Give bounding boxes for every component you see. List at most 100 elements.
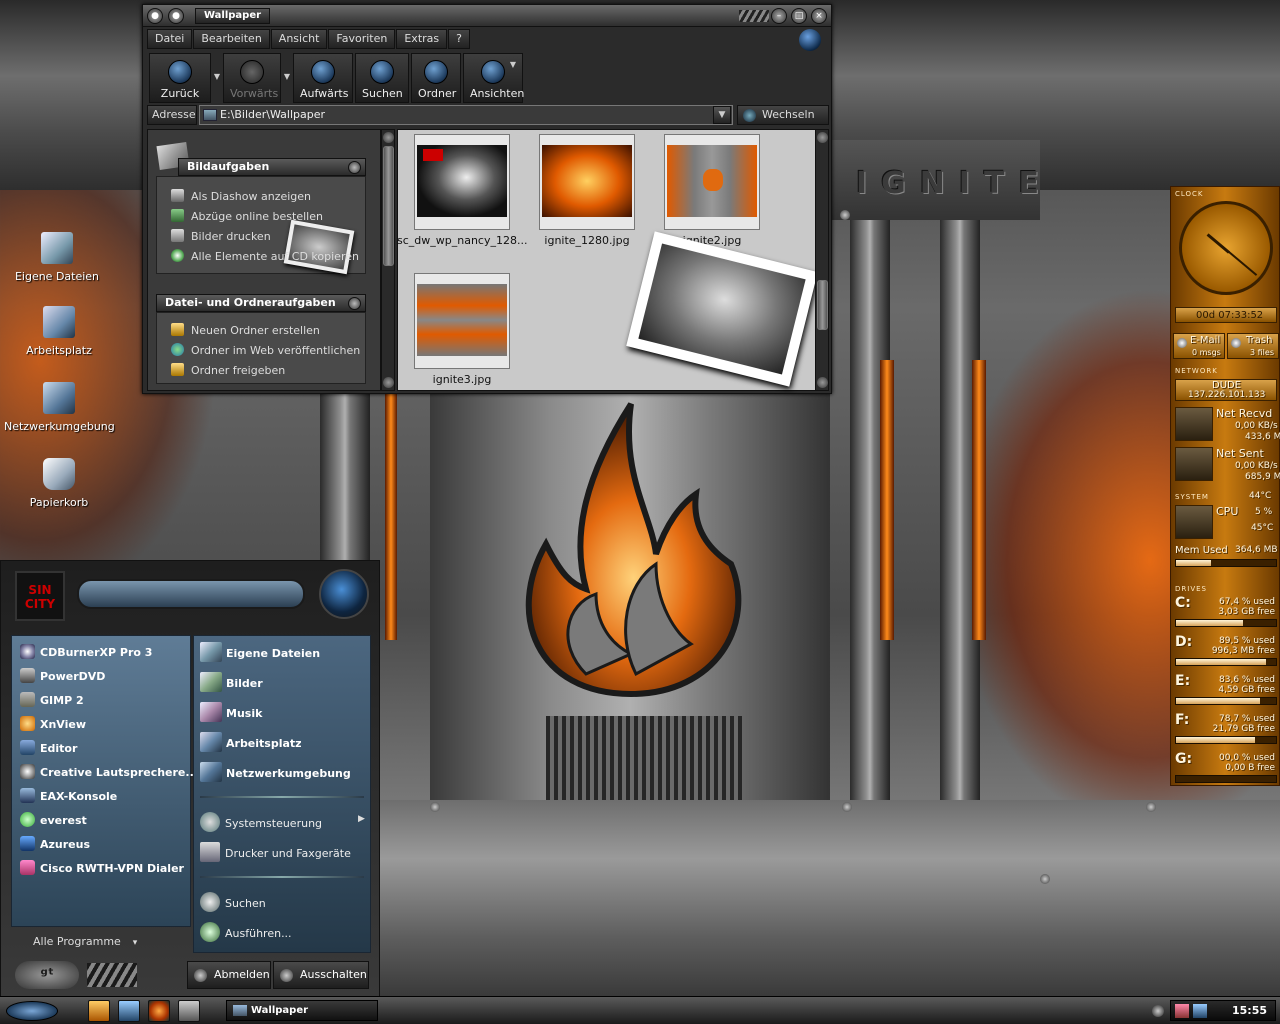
scroll-up-icon[interactable] xyxy=(817,132,828,143)
desktop-icon-label: Arbeitsplatz xyxy=(26,344,92,357)
scroll-up-icon[interactable] xyxy=(383,132,394,143)
drive-usage-bar xyxy=(1175,775,1277,783)
scroll-down-icon[interactable] xyxy=(817,377,828,388)
file-name[interactable]: ignite_1280.jpg xyxy=(522,234,652,247)
program-azureus[interactable]: Azureus xyxy=(20,836,90,851)
program-label: GIMP 2 xyxy=(40,694,84,707)
task-copy-to-cd[interactable]: Alle Elemente auf CD kopieren xyxy=(171,249,359,263)
collapse-icon[interactable] xyxy=(348,161,361,174)
menu-help[interactable]: ? xyxy=(448,29,470,49)
program-powerdvd[interactable]: PowerDVD xyxy=(20,668,105,683)
file-thumbnail[interactable] xyxy=(539,134,635,230)
email-gadget[interactable]: E-Mail 0 msgs xyxy=(1173,333,1225,359)
file-view-scrollbar[interactable] xyxy=(815,129,829,391)
start-button[interactable] xyxy=(6,1001,58,1021)
back-button[interactable]: Zurück ▼ xyxy=(149,53,220,103)
menu-favoriten[interactable]: Favoriten xyxy=(328,29,396,49)
logoff-button[interactable]: Abmelden xyxy=(187,961,271,989)
tray-azureus-icon[interactable] xyxy=(1193,1004,1207,1018)
up-button[interactable]: Aufwärts xyxy=(293,53,353,103)
menu-bearbeiten[interactable]: Bearbeiten xyxy=(193,29,270,49)
place-music[interactable]: Musik xyxy=(200,702,262,722)
network-icon xyxy=(200,762,222,782)
go-button[interactable]: Wechseln zu xyxy=(737,105,829,139)
address-dropdown-icon[interactable]: ▼ xyxy=(713,106,731,124)
file-thumbnail[interactable] xyxy=(414,273,510,369)
forward-button[interactable]: Vorwärts ▼ xyxy=(223,53,290,103)
program-label: Azureus xyxy=(40,838,91,851)
place-control-panel[interactable]: Systemsteuerung ▶ xyxy=(200,812,365,832)
net-recv-label: Net Recvd xyxy=(1216,407,1273,420)
desktop-icon-recycle-bin[interactable]: Papierkorb xyxy=(4,458,114,509)
shutdown-button[interactable]: Ausschalten xyxy=(273,961,369,989)
scroll-thumb[interactable] xyxy=(383,146,394,266)
file-name[interactable]: ignite3.jpg xyxy=(397,373,527,386)
address-input[interactable]: E:\Bilder\Wallpaper xyxy=(199,105,733,125)
program-cdburnerxp[interactable]: CDBurnerXP Pro 3 xyxy=(20,644,152,659)
program-eax-console[interactable]: EAX-Konsole xyxy=(20,788,117,803)
task-group-file-folder-tasks[interactable]: Datei- und Ordneraufgaben xyxy=(156,294,366,312)
power-icon xyxy=(280,969,293,982)
views-button[interactable]: Ansichten ▼ xyxy=(463,53,524,103)
menu-extras[interactable]: Extras xyxy=(396,29,448,49)
program-editor[interactable]: Editor xyxy=(20,740,77,755)
search-icon xyxy=(370,60,394,84)
menu-datei[interactable]: Datei xyxy=(147,29,193,49)
window-menu-icon[interactable]: ● xyxy=(147,8,163,24)
chevron-down-icon[interactable]: ▼ xyxy=(284,72,290,81)
net-sent-label: Net Sent xyxy=(1216,447,1264,460)
program-cisco-vpn[interactable]: Cisco RWTH-VPN Dialer xyxy=(20,860,184,875)
close-icon[interactable]: × xyxy=(811,8,827,24)
scroll-thumb[interactable] xyxy=(817,280,828,330)
task-new-folder[interactable]: Neuen Ordner erstellen xyxy=(171,323,320,337)
folders-button[interactable]: Ordner xyxy=(411,53,461,103)
program-gimp[interactable]: GIMP 2 xyxy=(20,692,84,707)
place-run[interactable]: Ausführen... xyxy=(200,922,292,942)
window-titlebar[interactable]: ● ● Wallpaper – □ × xyxy=(143,5,831,27)
file-thumbnail[interactable] xyxy=(664,134,760,230)
task-slideshow[interactable]: Als Diashow anzeigen xyxy=(171,189,311,203)
tray-expand-icon[interactable] xyxy=(1152,1005,1164,1017)
task-share-folder[interactable]: Ordner freigeben xyxy=(171,363,285,377)
all-programs-button[interactable]: Alle Programme ▾ xyxy=(33,935,137,948)
maximize-icon[interactable]: □ xyxy=(791,8,807,24)
quicklaunch-explorer-icon[interactable] xyxy=(118,1000,140,1022)
taskbar-window-button[interactable]: Wallpaper xyxy=(226,1000,378,1021)
minimize-icon[interactable]: – xyxy=(771,8,787,24)
chevron-down-icon[interactable]: ▼ xyxy=(510,60,516,69)
program-label: Cisco RWTH-VPN Dialer xyxy=(40,862,184,875)
task-order-prints[interactable]: Abzüge online bestellen xyxy=(171,209,323,223)
tray-vpn-icon[interactable] xyxy=(1175,1004,1189,1018)
file-name[interactable]: sc_dw_wp_nancy_128... xyxy=(397,234,527,247)
place-my-documents[interactable]: Eigene Dateien xyxy=(200,642,320,662)
menu-ansicht[interactable]: Ansicht xyxy=(270,29,328,49)
host-box: DUDE 137.226.101.133 xyxy=(1175,379,1277,401)
program-creative-speakers[interactable]: Creative Lautsprechere... xyxy=(20,764,198,779)
desktop-icon-my-documents[interactable]: Eigene Dateien xyxy=(2,232,112,283)
window-help-icon[interactable]: ● xyxy=(168,8,184,24)
place-pictures[interactable]: Bilder xyxy=(200,672,263,692)
trash-gadget[interactable]: Trash 3 files xyxy=(1227,333,1279,359)
task-group-picture-tasks[interactable]: Bildaufgaben xyxy=(178,158,366,176)
task-publish-web[interactable]: Ordner im Web veröffentlichen xyxy=(171,343,360,357)
search-button[interactable]: Suchen xyxy=(355,53,409,103)
drive-free: 21,79 GB free xyxy=(1212,724,1275,734)
task-pane-scrollbar[interactable] xyxy=(381,129,395,391)
share-folder-icon xyxy=(171,363,184,376)
desktop-icon-network[interactable]: Netzwerkumgebung xyxy=(4,382,115,433)
place-my-computer[interactable]: Arbeitsplatz xyxy=(200,732,302,752)
desktop-icon-my-computer[interactable]: Arbeitsplatz xyxy=(4,306,114,357)
program-xnview[interactable]: XnView xyxy=(20,716,86,731)
quicklaunch-desktop-icon[interactable] xyxy=(178,1000,200,1022)
place-search[interactable]: Suchen xyxy=(200,892,266,912)
place-printers[interactable]: Drucker und Faxgeräte xyxy=(200,842,351,862)
chevron-down-icon[interactable]: ▼ xyxy=(214,72,220,81)
program-everest[interactable]: everest xyxy=(20,812,87,827)
scroll-down-icon[interactable] xyxy=(383,377,394,388)
quicklaunch-lightning-icon[interactable] xyxy=(88,1000,110,1022)
quicklaunch-firefox-icon[interactable] xyxy=(148,1000,170,1022)
task-print-pictures[interactable]: Bilder drucken xyxy=(171,229,271,243)
place-network[interactable]: Netzwerkumgebung xyxy=(200,762,351,782)
collapse-icon[interactable] xyxy=(348,297,361,310)
file-thumbnail[interactable] xyxy=(414,134,510,230)
